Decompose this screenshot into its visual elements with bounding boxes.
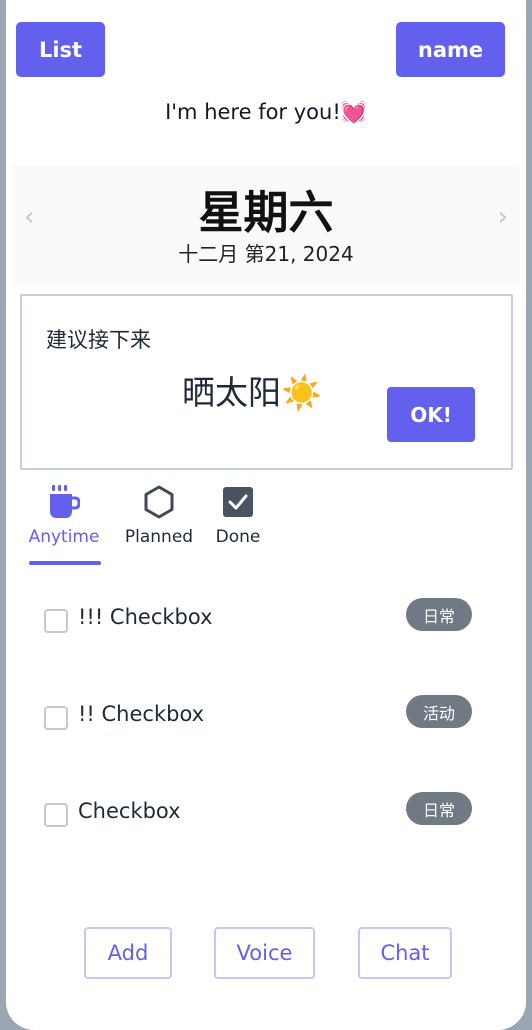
hexagon-icon bbox=[144, 485, 174, 519]
task-checkbox[interactable] bbox=[44, 706, 68, 730]
voice-button[interactable]: Voice bbox=[214, 927, 315, 979]
tab-done-label: Done bbox=[215, 527, 261, 547]
tab-anytime-label: Anytime bbox=[28, 527, 100, 547]
task-checkbox[interactable] bbox=[44, 609, 68, 633]
task-tag-badge: 日常 bbox=[406, 598, 472, 631]
task-label[interactable]: !!! Checkbox bbox=[78, 605, 213, 629]
task-tabs: Anytime Planned Done bbox=[24, 485, 284, 569]
list-button[interactable]: List bbox=[16, 22, 105, 77]
tab-planned-label: Planned bbox=[124, 527, 194, 547]
suggestion-label: 建议接下来 bbox=[46, 328, 151, 352]
task-label[interactable]: Checkbox bbox=[78, 799, 181, 823]
name-button[interactable]: name bbox=[396, 22, 505, 77]
list-item: !! Checkbox 活动 bbox=[42, 695, 472, 737]
task-label[interactable]: !! Checkbox bbox=[78, 702, 204, 726]
active-tab-indicator bbox=[29, 561, 101, 565]
task-checkbox[interactable] bbox=[44, 803, 68, 827]
date-navigator: ‹ 星期六 十二月 第21, 2024 › bbox=[12, 166, 520, 286]
task-tag-badge: 日常 bbox=[406, 792, 472, 825]
tab-anytime[interactable]: Anytime bbox=[28, 485, 100, 547]
tab-planned[interactable]: Planned bbox=[122, 485, 196, 547]
bottom-action-bar: Add Voice Chat bbox=[6, 927, 526, 983]
suggestion-card: 建议接下来 晒太阳☀️ OK! bbox=[20, 294, 513, 470]
coffee-cup-icon bbox=[50, 485, 80, 518]
suggestion-value: 晒太阳☀️ bbox=[182, 373, 323, 412]
greeting-text: I'm here for you!💓 bbox=[165, 100, 367, 124]
checkbox-checked-icon bbox=[223, 487, 253, 517]
ok-button[interactable]: OK! bbox=[387, 387, 475, 442]
tab-done[interactable]: Done bbox=[212, 485, 264, 547]
list-item: Checkbox 日常 bbox=[42, 792, 472, 834]
task-tag-badge: 活动 bbox=[406, 695, 472, 728]
app-screen: List name I'm here for you!💓 ‹ 星期六 十二月 第… bbox=[6, 0, 526, 1030]
add-button[interactable]: Add bbox=[84, 927, 172, 979]
top-bar: List name bbox=[16, 22, 505, 78]
date-subtitle: 十二月 第21, 2024 bbox=[178, 242, 354, 266]
next-day-arrow-icon[interactable]: › bbox=[498, 202, 508, 232]
list-item: !!! Checkbox 日常 bbox=[42, 598, 472, 640]
chat-button[interactable]: Chat bbox=[358, 927, 452, 979]
weekday-title: 星期六 bbox=[198, 186, 334, 239]
